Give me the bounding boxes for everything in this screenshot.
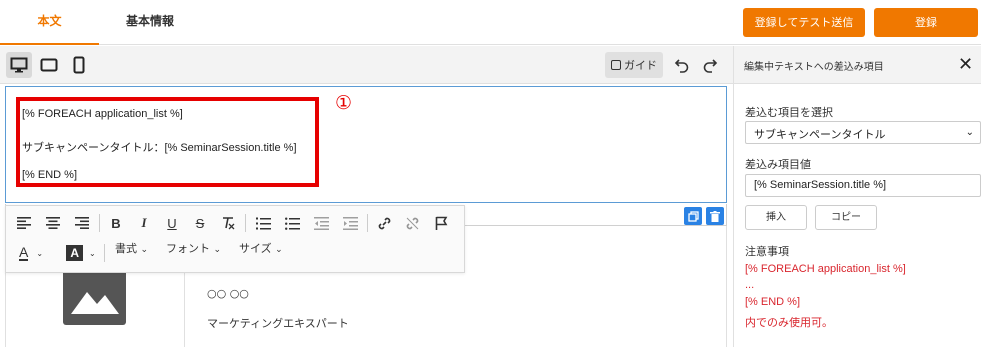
- text-color-icon: A: [18, 244, 29, 261]
- top-bar: 本文 基本情報 登録してテスト送信 登録: [0, 0, 981, 45]
- insert-button[interactable]: 挿入: [745, 205, 807, 230]
- toolbar-divider: [367, 214, 368, 232]
- underline-icon[interactable]: U: [162, 213, 182, 233]
- style-dropdown[interactable]: 書式 ⌄: [115, 240, 148, 256]
- background-color-icon: A: [66, 245, 83, 261]
- font-dropdown-label: フォント: [166, 242, 210, 255]
- guide-label: ガイド: [624, 59, 657, 72]
- tablet-view-button[interactable]: [36, 52, 62, 78]
- column-divider: [184, 270, 185, 347]
- tablet-icon: [40, 58, 58, 72]
- undo-icon: [674, 59, 689, 73]
- desktop-icon: [10, 57, 28, 73]
- align-center-button[interactable]: [43, 213, 63, 233]
- copy-icon: [687, 210, 699, 222]
- panel-header: 編集中テキストへの差込み項目 ✕: [734, 46, 981, 84]
- background-color-button[interactable]: A ⌄: [63, 243, 99, 263]
- bullet-list-icon: [284, 217, 300, 230]
- merge-field-panel: 編集中テキストへの差込み項目 ✕ 差込む項目を選択 サブキャンペーンタイトル ⌄…: [733, 46, 981, 347]
- font-dropdown[interactable]: フォント ⌄: [166, 240, 221, 256]
- outdent-button[interactable]: [311, 213, 331, 233]
- merge-field-select-value: サブキャンペーンタイトル: [754, 128, 886, 141]
- register-button[interactable]: 登録: [874, 8, 978, 37]
- copy-button[interactable]: コピー: [815, 205, 877, 230]
- redo-button[interactable]: [697, 52, 723, 78]
- tab-basic-info[interactable]: 基本情報: [110, 0, 190, 45]
- toolbar-divider: [99, 214, 100, 232]
- flag-icon: [435, 216, 447, 230]
- chevron-down-icon: ⌄: [965, 127, 974, 138]
- text-line-foreach[interactable]: [% FOREACH application_list %]: [22, 108, 183, 120]
- panel-title: 編集中テキストへの差込み項目: [744, 62, 884, 73]
- chevron-down-icon: ⌄: [275, 245, 283, 255]
- bullet-list-button[interactable]: [282, 213, 302, 233]
- desktop-view-button[interactable]: [6, 52, 32, 78]
- outdent-icon: [313, 216, 329, 230]
- undo-button[interactable]: [669, 52, 695, 78]
- note-line: ...: [745, 279, 755, 291]
- close-icon[interactable]: ✕: [958, 54, 973, 75]
- text-color-button[interactable]: A ⌄: [16, 243, 46, 263]
- tab-body[interactable]: 本文: [0, 0, 99, 45]
- text-line-subcampaign-title[interactable]: サブキャンペーンタイトル：[% SeminarSession.title %]: [22, 139, 297, 155]
- guide-toggle[interactable]: ガイド: [605, 52, 663, 78]
- speaker-role[interactable]: マーケティングエキスパート: [207, 315, 349, 331]
- mobile-icon: [73, 56, 85, 74]
- anchor-button[interactable]: [431, 213, 451, 233]
- indent-button[interactable]: [340, 213, 360, 233]
- note-line: 内でのみ使用可。: [745, 317, 833, 329]
- text-block-selected[interactable]: [% FOREACH application_list %] サブキャンペーンタ…: [5, 86, 727, 203]
- align-right-button[interactable]: [72, 213, 92, 233]
- note-line: [% END %]: [745, 296, 801, 308]
- text-line-end[interactable]: [% END %]: [22, 169, 77, 181]
- format-toolbar: B I U S A ⌄ A ⌄: [5, 205, 465, 273]
- mobile-view-button[interactable]: [66, 52, 92, 78]
- numbered-list-button[interactable]: [253, 213, 273, 233]
- speaker-name[interactable]: ○○ ○○: [207, 287, 249, 300]
- register-and-test-send-button[interactable]: 登録してテスト送信: [743, 8, 865, 37]
- editor-toolbar: ガイド: [0, 46, 733, 84]
- size-dropdown[interactable]: サイズ ⌄: [239, 240, 283, 256]
- checkbox-icon: [611, 60, 621, 70]
- trash-icon: [710, 210, 720, 222]
- chevron-down-icon: ⌄: [88, 248, 96, 258]
- strikethrough-icon[interactable]: S: [190, 213, 210, 233]
- delete-block-button[interactable]: [706, 207, 724, 225]
- redo-icon: [703, 59, 718, 73]
- note-line: [% FOREACH application_list %]: [745, 263, 906, 275]
- notes-title: 注意事項: [745, 245, 789, 258]
- bold-icon[interactable]: B: [106, 213, 126, 233]
- unlink-button[interactable]: [402, 213, 422, 233]
- mail-editor-screen: 本文 基本情報 登録してテスト送信 登録 ガイド [% FOREACH appl…: [0, 0, 981, 347]
- indent-icon: [342, 216, 358, 230]
- clear-format-icon[interactable]: [218, 213, 238, 233]
- field-value-label: 差込み項目値: [745, 158, 811, 171]
- align-center-icon: [46, 217, 60, 229]
- numbered-list-icon: [255, 217, 271, 229]
- align-right-icon: [75, 217, 89, 229]
- merge-field-select[interactable]: サブキャンペーンタイトル ⌄: [745, 121, 981, 144]
- duplicate-block-button[interactable]: [684, 207, 702, 225]
- toolbar-divider: [104, 244, 105, 262]
- chevron-down-icon: ⌄: [213, 245, 222, 255]
- italic-icon[interactable]: I: [134, 213, 154, 233]
- align-left-icon: [17, 217, 31, 229]
- link-button[interactable]: [374, 213, 394, 233]
- select-field-label: 差込む項目を選択: [745, 106, 833, 119]
- size-dropdown-label: サイズ: [239, 242, 272, 255]
- chevron-down-icon: ⌄: [140, 245, 149, 255]
- link-icon: [378, 217, 390, 229]
- annotation-number: ①: [335, 92, 353, 114]
- align-left-button[interactable]: [14, 213, 34, 233]
- field-value-input[interactable]: [% SeminarSession.title %]: [745, 174, 981, 197]
- chevron-down-icon: ⌄: [36, 248, 44, 258]
- toolbar-divider: [245, 214, 246, 232]
- unlink-icon: [406, 217, 418, 229]
- style-dropdown-label: 書式: [115, 242, 137, 255]
